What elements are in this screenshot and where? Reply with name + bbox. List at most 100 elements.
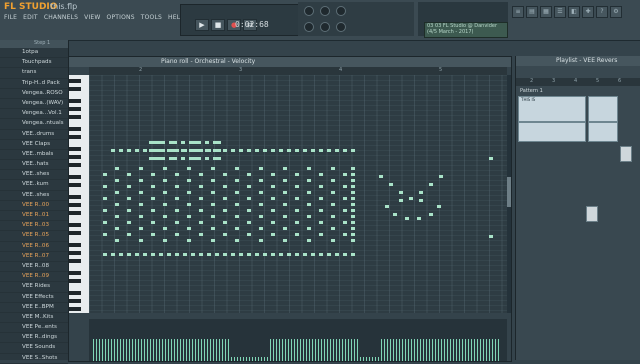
velocity-bar[interactable]	[477, 339, 478, 361]
playlist-ruler[interactable]: 2 3 4 5 6	[516, 78, 640, 86]
note[interactable]	[115, 239, 119, 242]
note[interactable]	[351, 239, 355, 242]
note[interactable]	[331, 215, 335, 218]
velocity-bar[interactable]	[261, 357, 262, 361]
velocity-bar[interactable]	[120, 339, 121, 361]
note[interactable]	[331, 239, 335, 242]
velocity-bar[interactable]	[471, 339, 472, 361]
velocity-bar[interactable]	[252, 357, 253, 361]
velocity-bar[interactable]	[165, 339, 166, 361]
note[interactable]	[217, 157, 221, 160]
browser-item[interactable]: VEE Sounds	[0, 343, 68, 354]
note[interactable]	[351, 179, 355, 182]
note[interactable]	[197, 149, 201, 152]
note[interactable]	[351, 203, 355, 206]
pattern-clip[interactable]	[588, 96, 618, 122]
master-volume-knob[interactable]	[304, 6, 314, 16]
note[interactable]	[343, 221, 347, 224]
velocity-bar[interactable]	[381, 339, 382, 361]
velocity-bar[interactable]	[444, 339, 445, 361]
browser-item[interactable]: VEE Effects	[0, 293, 68, 303]
settings-icon[interactable]: ⚙	[610, 6, 622, 18]
velocity-bar[interactable]	[402, 339, 403, 361]
note[interactable]	[111, 149, 115, 152]
velocity-bar[interactable]	[93, 339, 94, 361]
note[interactable]	[127, 197, 131, 200]
note[interactable]	[271, 221, 275, 224]
note[interactable]	[343, 209, 347, 212]
help-icon[interactable]: ?	[596, 6, 608, 18]
note[interactable]	[351, 191, 355, 194]
note[interactable]	[169, 141, 173, 144]
note[interactable]	[215, 253, 219, 256]
note[interactable]	[279, 149, 283, 152]
velocity-bar[interactable]	[480, 339, 481, 361]
note[interactable]	[163, 191, 167, 194]
stop-icon[interactable]: ■	[211, 19, 225, 31]
note[interactable]	[175, 197, 179, 200]
note[interactable]	[399, 199, 403, 202]
note[interactable]	[295, 221, 299, 224]
velocity-bar[interactable]	[309, 339, 310, 361]
note[interactable]	[205, 157, 209, 160]
note[interactable]	[175, 185, 179, 188]
piano-keyboard[interactable]	[69, 75, 89, 313]
note[interactable]	[139, 191, 143, 194]
piano-roll-titlebar[interactable]: Piano roll - Orchestral - Velocity	[69, 57, 511, 67]
velocity-bar[interactable]	[267, 357, 268, 361]
play-icon[interactable]: ▶	[195, 19, 209, 31]
note[interactable]	[259, 227, 263, 230]
note[interactable]	[103, 253, 107, 256]
browser-item[interactable]: VEE..hats	[0, 160, 68, 171]
clip-marker[interactable]	[620, 146, 632, 162]
note[interactable]	[151, 197, 155, 200]
note[interactable]	[119, 253, 123, 256]
note[interactable]	[287, 149, 291, 152]
note[interactable]	[255, 149, 259, 152]
black-key[interactable]	[69, 203, 81, 207]
note[interactable]	[167, 253, 171, 256]
note[interactable]	[351, 233, 355, 236]
note[interactable]	[199, 173, 203, 176]
note[interactable]	[103, 185, 107, 188]
velocity-bar[interactable]	[198, 339, 199, 361]
scrollbar-thumb[interactable]	[507, 177, 511, 207]
note[interactable]	[351, 227, 355, 230]
note[interactable]	[235, 191, 239, 194]
note[interactable]	[295, 253, 299, 256]
note[interactable]	[351, 221, 355, 224]
browser-icon[interactable]: ◧	[568, 6, 580, 18]
velocity-bar[interactable]	[138, 339, 139, 361]
note[interactable]	[283, 227, 287, 230]
note[interactable]	[307, 203, 311, 206]
note[interactable]	[295, 233, 299, 236]
velocity-bar[interactable]	[129, 339, 130, 361]
note[interactable]	[307, 239, 311, 242]
note[interactable]	[197, 157, 201, 160]
note[interactable]	[259, 203, 263, 206]
velocity-bar[interactable]	[393, 339, 394, 361]
velocity-bar[interactable]	[321, 339, 322, 361]
velocity-bar[interactable]	[414, 339, 415, 361]
velocity-bar[interactable]	[264, 357, 265, 361]
black-key[interactable]	[69, 79, 81, 83]
tempo-knob[interactable]	[336, 6, 346, 16]
note[interactable]	[115, 191, 119, 194]
pattern-clip[interactable]: THIS IS	[518, 96, 586, 122]
news-box[interactable]: 03 03 FL Studio @ Danvider (4/5 March - …	[424, 22, 508, 38]
black-key[interactable]	[69, 251, 81, 255]
note[interactable]	[187, 215, 191, 218]
note[interactable]	[287, 253, 291, 256]
velocity-bar[interactable]	[303, 339, 304, 361]
note[interactable]	[193, 149, 197, 152]
note[interactable]	[103, 173, 107, 176]
note[interactable]	[127, 221, 131, 224]
velocity-bar[interactable]	[204, 339, 205, 361]
velocity-bar[interactable]	[231, 357, 232, 361]
note[interactable]	[151, 209, 155, 212]
note[interactable]	[153, 149, 157, 152]
black-key[interactable]	[69, 259, 81, 263]
note[interactable]	[311, 149, 315, 152]
note[interactable]	[343, 149, 347, 152]
note[interactable]	[247, 185, 251, 188]
